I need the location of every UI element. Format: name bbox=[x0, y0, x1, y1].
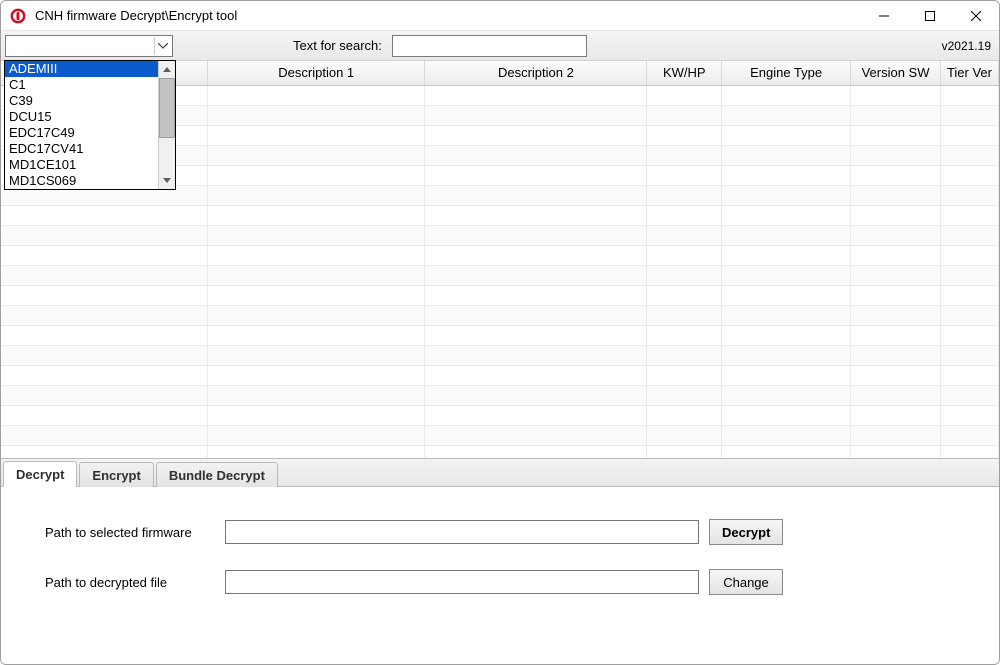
col-kw-hp[interactable]: KW/HP bbox=[647, 61, 722, 85]
table-row[interactable] bbox=[1, 445, 999, 459]
table-row[interactable] bbox=[1, 205, 999, 225]
dropdown-scrollbar[interactable] bbox=[158, 61, 175, 189]
close-button[interactable] bbox=[953, 1, 999, 31]
dropdown-item[interactable]: EDC17C49 bbox=[5, 125, 158, 141]
search-label: Text for search: bbox=[293, 38, 382, 53]
chevron-down-icon bbox=[154, 37, 170, 55]
maximize-button[interactable] bbox=[907, 1, 953, 31]
minimize-button[interactable] bbox=[861, 1, 907, 31]
scroll-down-icon[interactable] bbox=[159, 172, 175, 189]
tab-content-decrypt: Path to selected firmware Decrypt Path t… bbox=[1, 487, 999, 664]
col-description1[interactable]: Description 1 bbox=[208, 61, 425, 85]
output-path-row: Path to decrypted file Change bbox=[45, 569, 969, 595]
bottom-panel: Decrypt Encrypt Bundle Decrypt Path to s… bbox=[1, 459, 999, 664]
version-label: v2021.19 bbox=[942, 39, 991, 53]
table-row[interactable] bbox=[1, 305, 999, 325]
tab-strip: Decrypt Encrypt Bundle Decrypt bbox=[1, 459, 999, 487]
dropdown-item[interactable]: DCU15 bbox=[5, 109, 158, 125]
decrypt-button[interactable]: Decrypt bbox=[709, 519, 783, 545]
dropdown-item[interactable]: ADEMIII bbox=[5, 61, 158, 77]
table-row[interactable] bbox=[1, 405, 999, 425]
table-row[interactable] bbox=[1, 265, 999, 285]
scroll-track[interactable] bbox=[159, 138, 175, 172]
app-icon bbox=[9, 7, 27, 25]
output-path-input[interactable] bbox=[225, 570, 699, 594]
titlebar: CNH firmware Decrypt\Encrypt tool bbox=[1, 1, 999, 31]
scroll-thumb[interactable] bbox=[159, 78, 175, 138]
table-row[interactable] bbox=[1, 245, 999, 265]
col-tier-ver[interactable]: Tier Ver bbox=[940, 61, 998, 85]
app-window: CNH firmware Decrypt\Encrypt tool Text f… bbox=[0, 0, 1000, 665]
firmware-type-dropdown[interactable]: ADEMIIIC1C39DCU15EDC17C49EDC17CV41MD1CE1… bbox=[4, 60, 176, 190]
change-button[interactable]: Change bbox=[709, 569, 783, 595]
firmware-path-label: Path to selected firmware bbox=[45, 525, 215, 540]
dropdown-item[interactable]: C1 bbox=[5, 77, 158, 93]
table-row[interactable] bbox=[1, 285, 999, 305]
search-input[interactable] bbox=[392, 35, 587, 57]
table-row[interactable] bbox=[1, 425, 999, 445]
output-path-label: Path to decrypted file bbox=[45, 575, 215, 590]
table-row[interactable] bbox=[1, 365, 999, 385]
dropdown-item[interactable]: EDC17CV41 bbox=[5, 141, 158, 157]
app-title: CNH firmware Decrypt\Encrypt tool bbox=[35, 8, 861, 23]
table-row[interactable] bbox=[1, 385, 999, 405]
dropdown-item[interactable]: C39 bbox=[5, 93, 158, 109]
firmware-type-combo[interactable] bbox=[5, 35, 173, 57]
col-version-sw[interactable]: Version SW bbox=[851, 61, 941, 85]
firmware-path-input[interactable] bbox=[225, 520, 699, 544]
scroll-up-icon[interactable] bbox=[159, 61, 175, 78]
col-engine-type[interactable]: Engine Type bbox=[722, 61, 851, 85]
table-row[interactable] bbox=[1, 325, 999, 345]
tab-bundle-decrypt[interactable]: Bundle Decrypt bbox=[156, 462, 278, 487]
tab-encrypt[interactable]: Encrypt bbox=[79, 462, 153, 487]
dropdown-item[interactable]: MD1CE101 bbox=[5, 157, 158, 173]
dropdown-item[interactable]: MD1CS069 bbox=[5, 173, 158, 189]
table-row[interactable] bbox=[1, 225, 999, 245]
tab-decrypt[interactable]: Decrypt bbox=[3, 461, 77, 487]
firmware-path-row: Path to selected firmware Decrypt bbox=[45, 519, 969, 545]
col-description2[interactable]: Description 2 bbox=[425, 61, 647, 85]
table-row[interactable] bbox=[1, 345, 999, 365]
toolbar: Text for search: v2021.19 bbox=[1, 31, 999, 61]
